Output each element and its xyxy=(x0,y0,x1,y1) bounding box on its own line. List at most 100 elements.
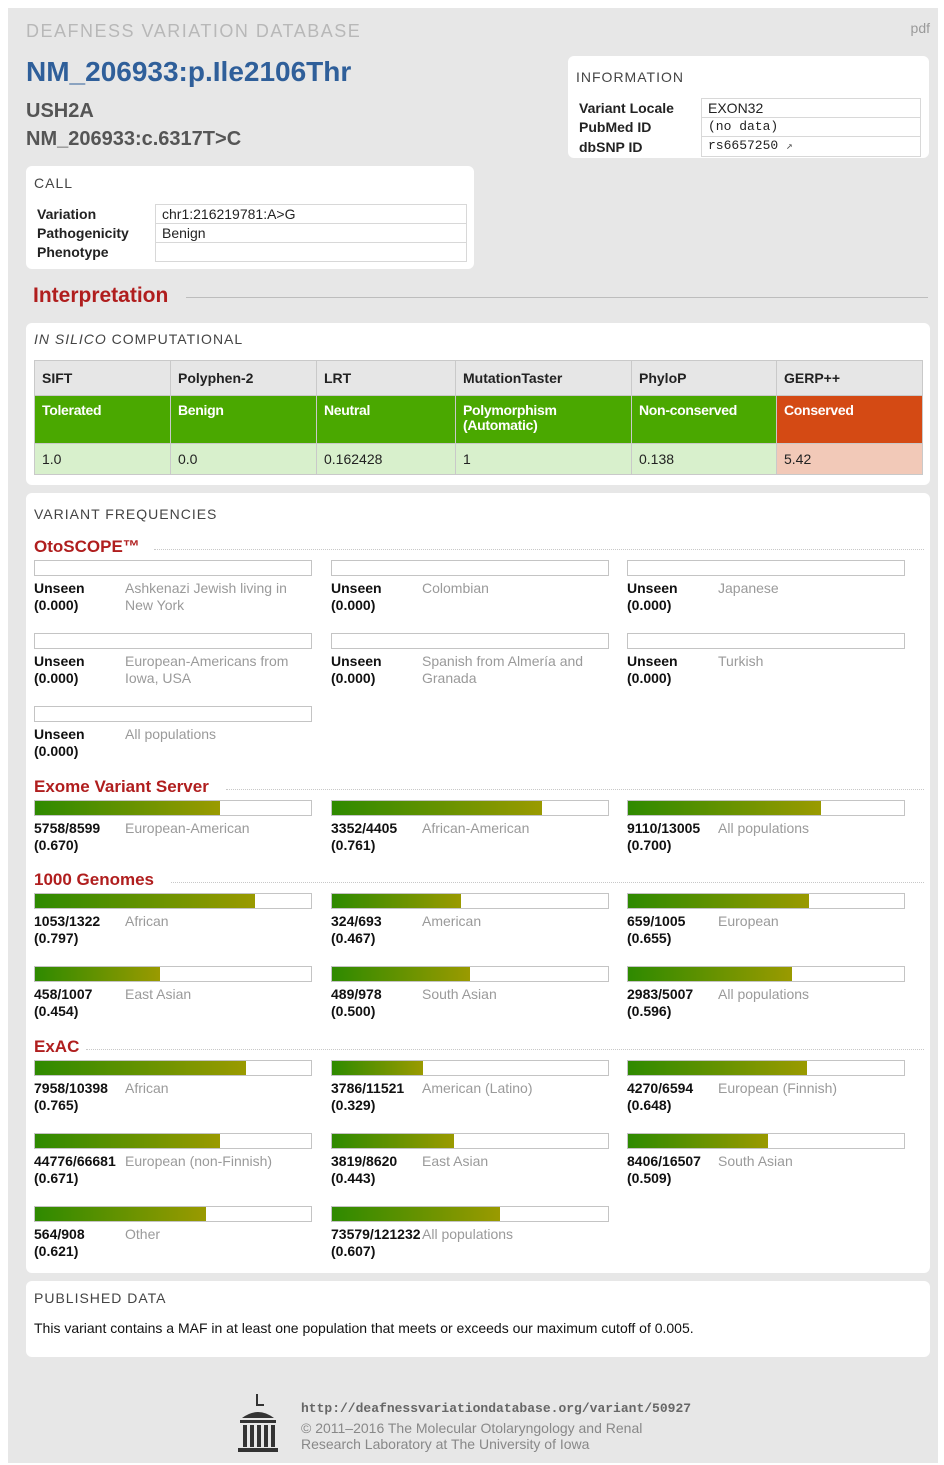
allele-count: Unseen (0.000) xyxy=(627,580,678,614)
cdna-change: NM_206933:c.6317T>C xyxy=(26,128,242,150)
call-row-phenotype: Phenotype xyxy=(34,242,467,262)
info-label: Variant Locale xyxy=(579,100,674,116)
report-page: DEAFNESS VARIATION DATABASE pdf NM_20693… xyxy=(8,8,938,1463)
frequency-bar-fill xyxy=(628,1134,769,1148)
interpretation-divider xyxy=(186,297,928,298)
allele-frequency-value: (0.000) xyxy=(331,670,376,686)
allele-count-value: 44776/66681 xyxy=(34,1153,116,1169)
allele-count-value: 8406/16507 xyxy=(627,1153,701,1169)
footer-url[interactable]: http://deafnessvariationdatabase.org/var… xyxy=(301,1401,691,1416)
frequency-bar-fill xyxy=(628,1061,807,1075)
tool-score: 0.162428 xyxy=(316,443,456,475)
allele-count: 5758/8599 (0.670) xyxy=(34,820,100,854)
allele-count: 489/978 (0.500) xyxy=(331,986,382,1020)
published-data-text: This variant contains a MAF in at least … xyxy=(34,1320,694,1336)
allele-frequency-value: (0.761) xyxy=(331,837,376,853)
allele-count-value: Unseen xyxy=(34,580,85,596)
allele-frequency-value: (0.000) xyxy=(34,597,79,613)
frequency-bar xyxy=(331,1133,609,1149)
exac-divider xyxy=(86,1049,924,1050)
population-label: South Asian xyxy=(422,986,497,1002)
frequency-bar xyxy=(34,800,312,816)
allele-count: 564/908 (0.621) xyxy=(34,1226,85,1260)
allele-count: Unseen (0.000) xyxy=(34,580,85,614)
frequency-item: 3352/4405 (0.761) African-American xyxy=(331,800,611,858)
call-label: Pathogenicity xyxy=(37,225,129,241)
frequency-item: 2983/5007 (0.596) All populations xyxy=(627,966,907,1024)
variant-frequencies-heading: VARIANT FREQUENCIES xyxy=(34,506,218,522)
population-label: Other xyxy=(125,1226,161,1242)
frequency-bar-fill xyxy=(332,1207,500,1221)
population-label: South Asian xyxy=(718,1153,793,1169)
frequency-item: 9110/13005 (0.700) All populations xyxy=(627,800,907,858)
frequency-bar xyxy=(627,893,905,909)
frequency-item: 324/693 (0.467) American xyxy=(331,893,611,951)
allele-frequency-value: (0.765) xyxy=(34,1097,79,1113)
footer-copyright: © 2011–2016 The Molecular Otolaryngology… xyxy=(301,1420,643,1436)
in-silico-heading: IN SILICO COMPUTATIONAL xyxy=(34,331,243,347)
population-label: Turkish xyxy=(718,653,764,669)
population-label: All populations xyxy=(718,986,810,1002)
frequency-bar-fill xyxy=(332,1134,455,1148)
population-label: African xyxy=(125,913,169,929)
frequency-bar xyxy=(331,633,609,649)
frequency-item: Unseen (0.000) Japanese xyxy=(627,560,907,618)
allele-count: 3819/8620 (0.443) xyxy=(331,1153,397,1187)
allele-count: 4270/6594 (0.648) xyxy=(627,1080,693,1114)
interpretation-heading: Interpretation xyxy=(33,284,169,307)
frequency-bar xyxy=(34,1206,312,1222)
allele-count-value: 564/908 xyxy=(34,1226,85,1242)
tool-name: LRT xyxy=(316,360,456,396)
population-label: American xyxy=(422,913,482,929)
in-silico-header-row: SIFT Polyphen-2 LRT MutationTaster Phylo… xyxy=(34,360,923,396)
frequency-item: Unseen (0.000) Spanish from Almería and Gr… xyxy=(331,633,611,691)
allele-frequency-value: (0.797) xyxy=(34,930,79,946)
allele-count: 44776/66681 (0.671) xyxy=(34,1153,116,1187)
allele-frequency-value: (0.443) xyxy=(331,1170,376,1186)
info-value: EXON32 xyxy=(701,98,921,118)
frequency-bar xyxy=(34,1133,312,1149)
frequency-bar xyxy=(331,1060,609,1076)
call-heading: CALL xyxy=(34,175,74,191)
population-label: European-Americans from Iowa, USA xyxy=(125,653,289,686)
population-label: Japanese xyxy=(718,580,779,596)
frequency-item: 564/908 (0.621) Other xyxy=(34,1206,314,1264)
allele-frequency-value: (0.648) xyxy=(627,1097,672,1113)
allele-frequency-value: (0.670) xyxy=(34,837,79,853)
allele-count: 3786/11521 (0.329) xyxy=(331,1080,404,1114)
allele-count: Unseen (0.000) xyxy=(627,653,678,687)
frequency-bar xyxy=(34,1060,312,1076)
in-silico-score-row: 1.0 0.0 0.162428 1 0.138 5.42 xyxy=(34,443,923,475)
frequency-item: 3786/11521 (0.329) American (Latino) xyxy=(331,1060,611,1118)
pdf-link[interactable]: pdf xyxy=(911,20,930,36)
info-row-locale: Variant Locale EXON32 xyxy=(576,98,921,118)
allele-count-value: 489/978 xyxy=(331,986,382,1002)
allele-count-value: 3352/4405 xyxy=(331,820,398,836)
information-box: INFORMATION Variant Locale EXON32 PubMed… xyxy=(568,56,929,158)
allele-count-value: 4270/6594 xyxy=(627,1080,694,1096)
frequency-bar xyxy=(331,1206,609,1222)
population-label: East Asian xyxy=(125,986,192,1002)
info-label: dbSNP ID xyxy=(579,138,643,155)
population-label: European (non-Finnish) xyxy=(125,1153,273,1169)
tool-call: Non-conserved xyxy=(631,395,777,444)
call-value xyxy=(155,242,467,262)
dbsnp-link[interactable]: rs6657250 xyxy=(708,138,778,153)
frequency-bar-fill xyxy=(35,967,161,981)
frequency-bar xyxy=(34,966,312,982)
frequency-item: Unseen (0.000) Turkish xyxy=(627,633,907,691)
frequency-bar xyxy=(627,560,905,576)
call-value: Benign xyxy=(155,223,467,243)
frequency-bar-fill xyxy=(628,967,793,981)
allele-frequency-value: (0.000) xyxy=(34,743,79,759)
allele-frequency-value: (0.500) xyxy=(331,1003,376,1019)
allele-count-value: 5758/8599 xyxy=(34,820,101,836)
tool-name: PhyloP xyxy=(631,360,777,396)
allele-count-value: Unseen xyxy=(627,580,678,596)
frequency-item: 8406/16507 (0.509) South Asian xyxy=(627,1133,907,1191)
published-data-box: PUBLISHED DATA This variant contains a M… xyxy=(26,1281,930,1357)
tool-call: Tolerated xyxy=(34,395,171,444)
tool-score: 5.42 xyxy=(776,443,923,475)
frequency-bar xyxy=(331,966,609,982)
allele-count: 3352/4405 (0.761) xyxy=(331,820,397,854)
